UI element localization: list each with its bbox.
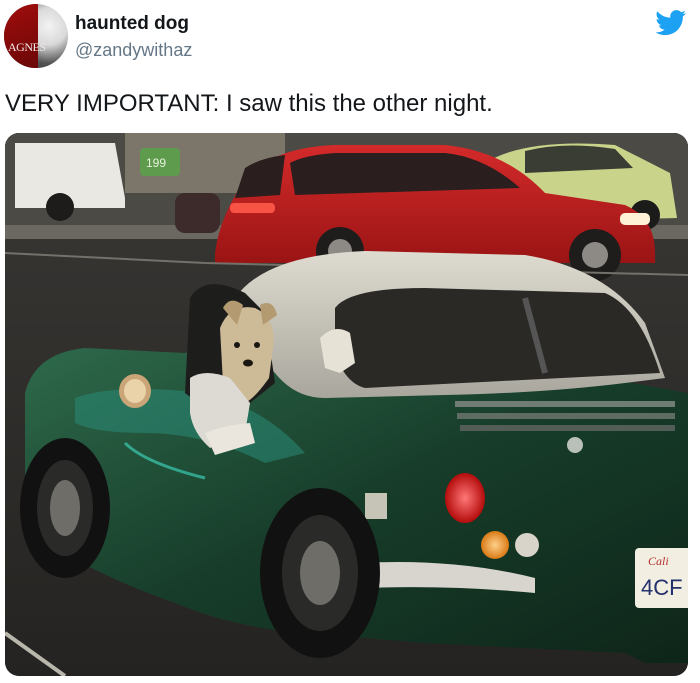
side-badge <box>365 493 387 519</box>
display-name[interactable]: haunted dog <box>75 13 189 35</box>
reverse-light <box>515 533 539 557</box>
user-handle[interactable]: @zandywithaz <box>75 40 192 61</box>
tweet-card: AGNES haunted dog @zandywithaz VERY IMPO… <box>0 0 700 683</box>
photo-scene: 199 Cali 4CF <box>5 133 688 676</box>
avatar-text: AGNES <box>8 40 46 54</box>
tail-light <box>445 473 485 523</box>
tweet-photo[interactable]: 199 Cali 4CF <box>5 133 688 676</box>
avatar[interactable]: AGNES <box>4 4 68 68</box>
plate-state-text: Cali <box>648 554 669 568</box>
front-wheel <box>20 438 110 578</box>
turn-signal <box>481 531 509 559</box>
rear-vents <box>455 401 675 431</box>
rear-wheel <box>260 488 380 658</box>
building-sign-text: 199 <box>146 156 166 170</box>
license-plate: Cali 4CF <box>635 548 688 608</box>
avatar-red-panel <box>4 4 38 68</box>
rear-window <box>335 288 660 388</box>
trunk-emblem <box>567 437 583 453</box>
dark-car-left <box>175 193 220 233</box>
twitter-bird-icon[interactable] <box>655 10 687 36</box>
dog-back-seat <box>320 329 355 373</box>
plate-number-text: 4CF <box>641 575 683 600</box>
tweet-text: VERY IMPORTANT: I saw this the other nig… <box>5 90 493 117</box>
